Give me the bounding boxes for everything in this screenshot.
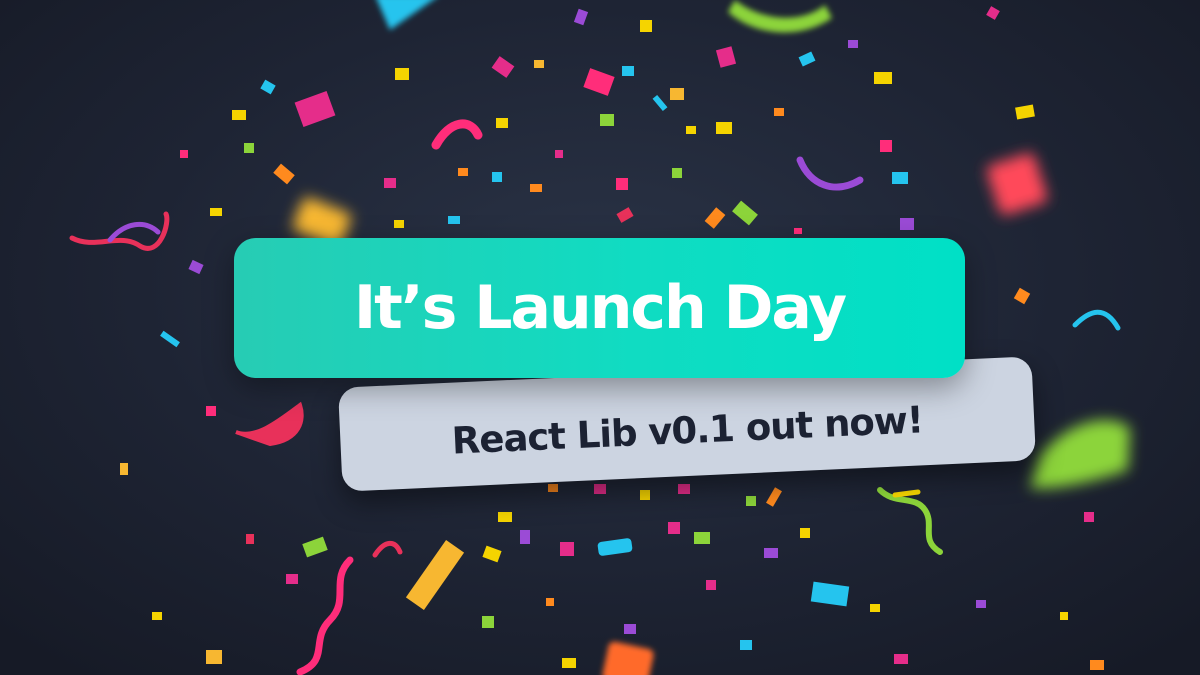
confetti-piece bbox=[1090, 660, 1104, 670]
confetti-piece bbox=[874, 72, 892, 84]
confetti-piece bbox=[704, 207, 726, 229]
confetti-piece bbox=[616, 178, 628, 190]
confetti-piece bbox=[746, 496, 756, 506]
confetti-piece bbox=[152, 612, 162, 620]
confetti-piece bbox=[892, 172, 908, 184]
confetti-piece bbox=[810, 581, 850, 607]
confetti-piece bbox=[715, 46, 737, 68]
confetti-piece bbox=[384, 178, 396, 188]
confetti-piece bbox=[732, 200, 758, 226]
confetti-piece bbox=[1015, 104, 1035, 120]
confetti-piece bbox=[294, 90, 336, 128]
ribbon-piece bbox=[431, 119, 483, 150]
confetti-piece bbox=[766, 487, 782, 507]
confetti-piece bbox=[794, 228, 802, 234]
confetti-piece bbox=[602, 641, 654, 675]
confetti-piece bbox=[798, 51, 816, 67]
confetti-piece bbox=[180, 150, 188, 158]
confetti-piece bbox=[1084, 512, 1094, 522]
confetti-piece bbox=[206, 650, 222, 664]
confetti-piece bbox=[652, 94, 668, 112]
confetti-piece bbox=[986, 6, 1000, 20]
confetti-piece bbox=[694, 532, 710, 544]
ribbon-piece bbox=[296, 556, 354, 675]
ribbon-piece bbox=[796, 156, 864, 191]
confetti-piece bbox=[594, 484, 606, 494]
confetti-piece bbox=[1030, 420, 1130, 489]
confetti-piece bbox=[764, 548, 778, 558]
confetti-piece bbox=[555, 150, 563, 158]
confetti-piece bbox=[894, 654, 908, 664]
confetti-piece bbox=[560, 542, 574, 556]
headline-banner: It’s Launch Day bbox=[234, 238, 965, 378]
confetti-piece bbox=[120, 463, 128, 475]
confetti-piece bbox=[640, 20, 652, 32]
confetti-piece bbox=[395, 68, 409, 80]
confetti-piece bbox=[286, 574, 298, 584]
ribbon-piece bbox=[877, 487, 943, 555]
confetti-piece bbox=[492, 172, 502, 182]
confetti-piece bbox=[482, 545, 502, 563]
confetti-piece bbox=[562, 658, 576, 668]
confetti-piece bbox=[188, 259, 204, 275]
ribbon-piece bbox=[892, 489, 921, 498]
confetti-piece bbox=[548, 484, 558, 492]
confetti-piece bbox=[716, 122, 732, 134]
confetti-piece bbox=[986, 153, 1048, 215]
confetti-piece bbox=[377, 0, 433, 30]
ribbon-piece bbox=[1072, 309, 1121, 331]
confetti-piece bbox=[622, 66, 634, 76]
confetti-piece bbox=[394, 220, 404, 228]
confetti-piece bbox=[583, 68, 615, 96]
confetti-piece bbox=[976, 600, 986, 608]
confetti-piece bbox=[405, 540, 465, 610]
confetti-piece bbox=[616, 207, 634, 223]
confetti-piece bbox=[1060, 612, 1068, 620]
confetti-piece bbox=[302, 536, 328, 558]
confetti-piece bbox=[728, 0, 832, 33]
confetti-piece bbox=[686, 126, 696, 134]
ribbon-piece bbox=[372, 540, 403, 558]
ribbon-piece bbox=[107, 222, 161, 243]
confetti-piece bbox=[448, 216, 460, 224]
confetti-piece bbox=[678, 484, 690, 494]
subheadline-text: React Lib v0.1 out now! bbox=[450, 397, 924, 463]
confetti-piece bbox=[232, 110, 246, 120]
confetti-piece bbox=[670, 88, 684, 100]
confetti-piece bbox=[706, 580, 716, 590]
confetti-piece bbox=[260, 79, 276, 95]
confetti-piece bbox=[482, 616, 494, 628]
confetti-piece bbox=[206, 406, 216, 416]
confetti-piece bbox=[774, 108, 784, 116]
confetti-piece bbox=[273, 163, 295, 185]
confetti-piece bbox=[600, 114, 614, 126]
confetti-piece bbox=[668, 522, 680, 534]
confetti-piece bbox=[597, 538, 633, 556]
confetti-piece bbox=[534, 60, 544, 68]
confetti-piece bbox=[880, 140, 892, 152]
confetti-piece bbox=[800, 528, 810, 538]
confetti-piece bbox=[458, 168, 468, 176]
confetti-piece bbox=[900, 218, 914, 230]
confetti-piece bbox=[672, 168, 682, 178]
confetti-piece bbox=[573, 8, 589, 26]
confetti-piece bbox=[848, 40, 858, 48]
headline-text: It’s Launch Day bbox=[353, 273, 847, 343]
confetti-piece bbox=[160, 330, 180, 348]
confetti-piece bbox=[740, 640, 752, 650]
confetti-piece bbox=[244, 143, 254, 153]
confetti-piece bbox=[640, 490, 650, 500]
confetti-piece bbox=[498, 512, 512, 522]
confetti-piece bbox=[246, 534, 254, 544]
confetti-piece bbox=[1013, 287, 1031, 305]
confetti-piece bbox=[624, 624, 636, 634]
confetti-piece bbox=[496, 118, 508, 128]
confetti-piece bbox=[546, 598, 554, 606]
confetti-piece bbox=[210, 208, 222, 216]
confetti-piece bbox=[520, 530, 530, 544]
confetti-piece bbox=[870, 604, 880, 612]
confetti-piece bbox=[491, 56, 515, 78]
confetti-piece bbox=[530, 184, 542, 192]
ribbon-piece bbox=[235, 401, 304, 447]
